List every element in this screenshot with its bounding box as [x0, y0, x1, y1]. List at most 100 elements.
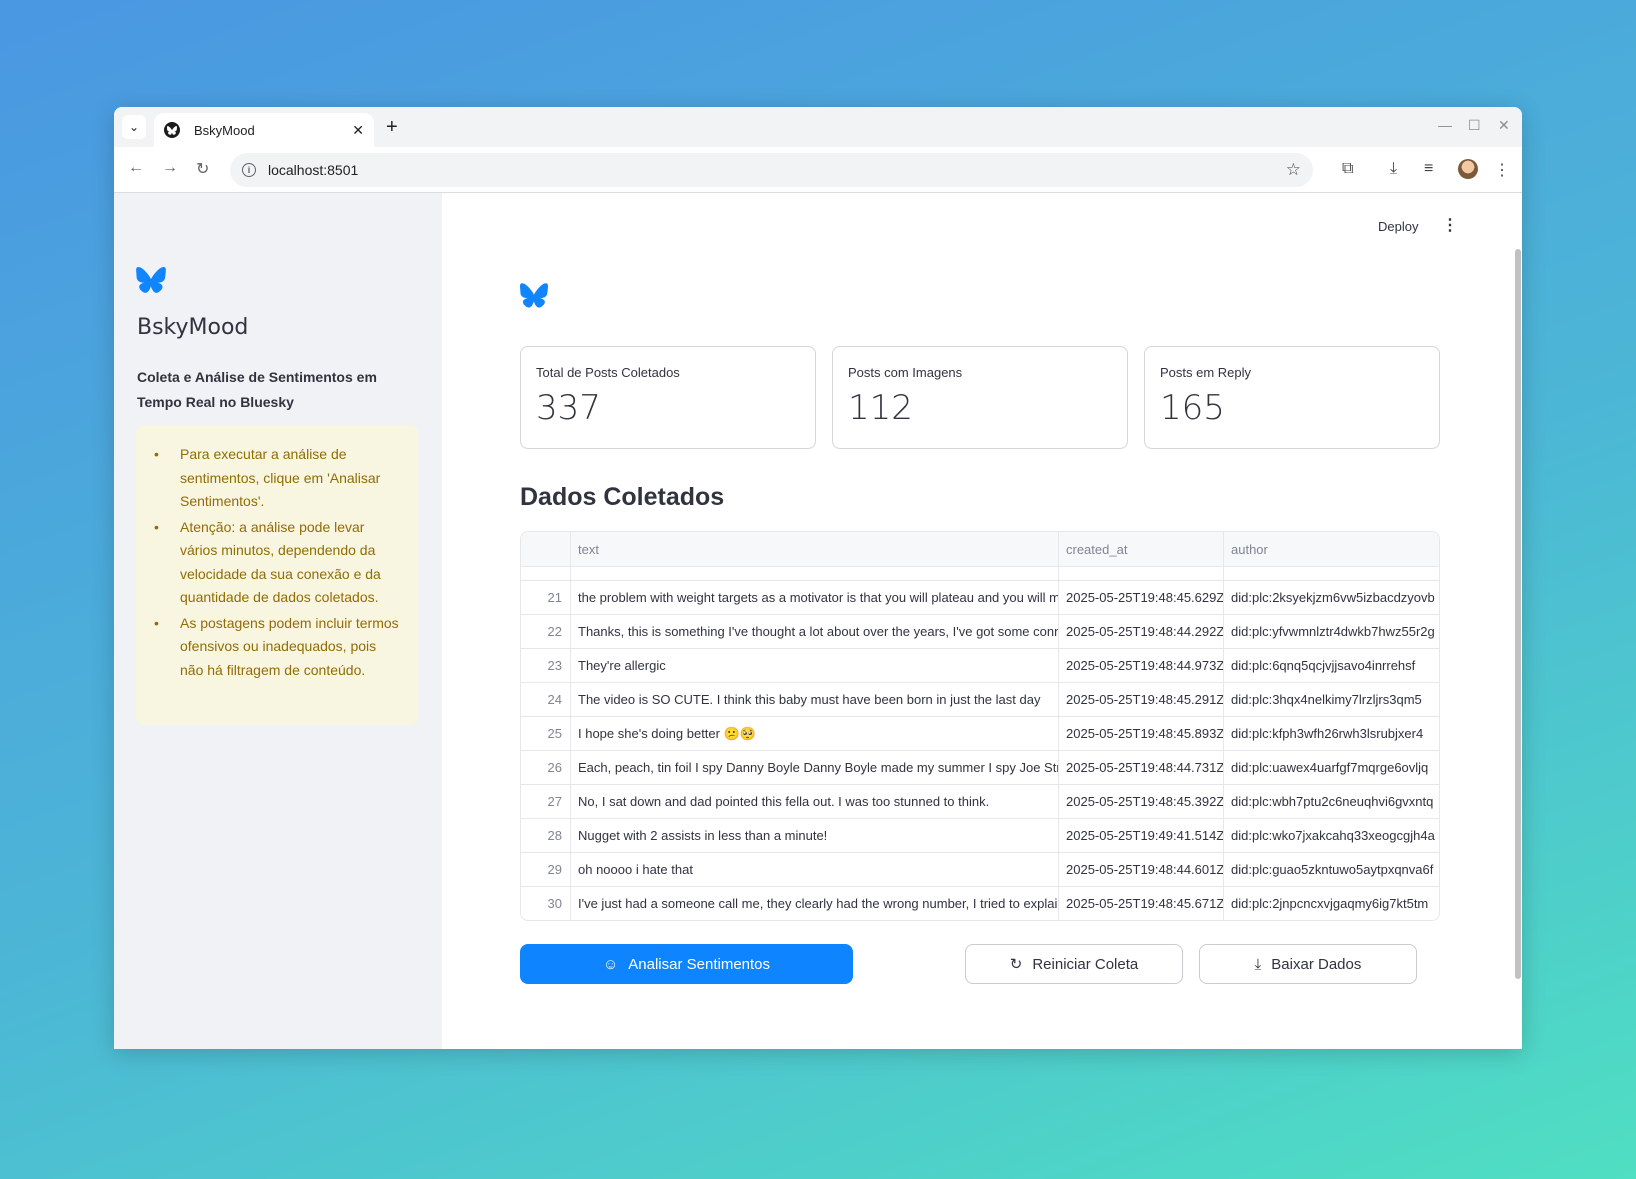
cell-index — [521, 567, 571, 580]
metric-posts-reply: Posts em Reply 165 — [1144, 346, 1440, 449]
cell-author[interactable]: did:plc:guao5zkntuwo5aytpxqnva6f — [1224, 853, 1439, 887]
cell-text[interactable]: Nugget with 2 assists in less than a min… — [571, 819, 1059, 853]
table-header: text created_at author — [521, 532, 1439, 567]
minimize-icon[interactable]: — — [1438, 117, 1452, 133]
cell-author[interactable]: did:plc:uawex4uarfgf7mqrge6ovljq — [1224, 751, 1439, 785]
cell-text[interactable]: I've just had a someone call me, they cl… — [571, 887, 1059, 920]
close-tab-icon[interactable]: ✕ — [352, 122, 364, 139]
cell-text[interactable]: the problem with weight targets as a mot… — [571, 581, 1059, 615]
table-row[interactable]: 26 Each, peach, tin foil I spy Danny Boyl… — [521, 751, 1439, 785]
table-row[interactable]: 22 Thanks, this is something I've thought… — [521, 615, 1439, 649]
cell-text[interactable]: They're allergic — [571, 649, 1059, 683]
cell-created-at[interactable]: 2025-05-25T19:48:45.893Z — [1059, 717, 1224, 751]
bookmark-star-icon[interactable]: ☆ — [1286, 160, 1301, 180]
cell-author[interactable]: did:plc:3hqx4nelkimy7lrzljrs3qm5 — [1224, 683, 1439, 717]
cell-author[interactable]: did:plc:yfvwmnlztr4dwkb7hwz55r2g — [1224, 615, 1439, 649]
download-label: Baixar Dados — [1271, 955, 1362, 973]
cell-created-at[interactable]: 2025-05-25T19:48:44.973Z — [1059, 649, 1224, 683]
metric-label: Posts com Imagens — [848, 365, 963, 380]
metric-value: 112 — [848, 388, 913, 428]
cell-text[interactable]: I hope she's doing better 😕🥺 — [571, 717, 1059, 751]
download-icon[interactable]: ⤓ — [1390, 160, 1397, 178]
browser-toolbar: ← → ↻ i localhost:8501 ☆ ⧉ ⤓ ≡ ⋮ — [114, 147, 1522, 193]
cell-index[interactable]: 23 — [521, 649, 571, 683]
cell-author[interactable]: did:plc:6qnq5qcjvjjsavo4inrrehsf — [1224, 649, 1439, 683]
tab-bskymood[interactable]: BskyMood ✕ — [154, 113, 374, 147]
cell-created-at[interactable]: 2025-05-25T19:48:45.629Z — [1059, 581, 1224, 615]
restart-label: Reiniciar Coleta — [1032, 955, 1139, 973]
table-row[interactable]: 30 I've just had a someone call me, they … — [521, 887, 1439, 920]
page-scrollbar[interactable] — [1515, 249, 1521, 979]
column-header-index[interactable] — [521, 532, 571, 567]
table-row[interactable]: 21 the problem with weight targets as a m… — [521, 581, 1439, 615]
cell-text[interactable]: Each, peach, tin foil I spy Danny Boyle … — [571, 751, 1059, 785]
cell-created-at[interactable]: 2025-05-25T19:48:44.292Z — [1059, 615, 1224, 649]
cell-index[interactable]: 29 — [521, 853, 571, 887]
column-header-created-at[interactable]: created_at — [1059, 532, 1224, 567]
download-icon: ⤓ — [1254, 955, 1262, 973]
table-row[interactable]: 25 I hope she's doing better 😕🥺 2025-05-25… — [521, 717, 1439, 751]
close-window-icon[interactable]: ✕ — [1498, 117, 1510, 134]
cell-author[interactable]: did:plc:wbh7ptu2c6neuqhvi6gvxntq — [1224, 785, 1439, 819]
column-header-text[interactable]: text — [571, 532, 1059, 567]
cell-index[interactable]: 28 — [521, 819, 571, 853]
table-row[interactable]: 27 No, I sat down and dad pointed this fe… — [521, 785, 1439, 819]
table-row[interactable]: 24 The video is SO CUTE. I think this bab… — [521, 683, 1439, 717]
cell-text[interactable]: No, I sat down and dad pointed this fell… — [571, 785, 1059, 819]
restart-collection-button[interactable]: ↻ Reiniciar Coleta — [965, 944, 1183, 984]
url-text[interactable]: localhost:8501 — [268, 162, 1286, 178]
alert-item: Para executar a análise de sentimentos, … — [154, 443, 402, 514]
cell-author[interactable]: did:plc:2ksyekjzm6vw5izbacdzyovb — [1224, 581, 1439, 615]
download-data-button[interactable]: ⤓ Baixar Dados — [1199, 944, 1417, 984]
table-row[interactable]: 23 They're allergic 2025-05-25T19:48:44.97… — [521, 649, 1439, 683]
cell-index[interactable]: 21 — [521, 581, 571, 615]
metric-value: 337 — [536, 388, 601, 428]
table-row[interactable]: 29 oh noooo i hate that 2025-05-25T19:48:4… — [521, 853, 1439, 887]
forward-icon[interactable]: → — [162, 159, 178, 177]
cell-created-at[interactable]: 2025-05-25T19:48:44.601Z — [1059, 853, 1224, 887]
site-info-icon[interactable]: i — [242, 163, 256, 177]
new-tab-button[interactable]: + — [386, 115, 398, 139]
cell-index[interactable]: 22 — [521, 615, 571, 649]
cell-index[interactable]: 30 — [521, 887, 571, 920]
maximize-icon[interactable]: ☐ — [1468, 117, 1481, 134]
table-row[interactable]: 28 Nugget with 2 assists in less than a m… — [521, 819, 1439, 853]
address-bar[interactable]: i localhost:8501 ☆ — [230, 153, 1313, 187]
cell-created-at[interactable]: 2025-05-25T19:48:45.392Z — [1059, 785, 1224, 819]
reload-icon[interactable]: ↻ — [196, 159, 209, 179]
metric-label: Total de Posts Coletados — [536, 365, 680, 380]
back-icon[interactable]: ← — [128, 159, 144, 177]
cell-created-at[interactable]: 2025-05-25T19:48:45.291Z — [1059, 683, 1224, 717]
cell-text[interactable]: Thanks, this is something I've thought a… — [571, 615, 1059, 649]
cell-created-at[interactable]: 2025-05-25T19:48:44.731Z — [1059, 751, 1224, 785]
refresh-icon: ↻ — [1009, 956, 1023, 973]
cell-author[interactable]: did:plc:kfph3wfh26rwh3lsrubjxer4 — [1224, 717, 1439, 751]
cell-index[interactable]: 27 — [521, 785, 571, 819]
cell-created-at[interactable]: 2025-05-25T19:49:41.514Z — [1059, 819, 1224, 853]
extensions-icon[interactable]: ⧉ — [1342, 160, 1353, 178]
profile-avatar[interactable] — [1458, 159, 1478, 179]
media-control-icon[interactable]: ≡ — [1424, 160, 1433, 178]
browser-menu-icon[interactable]: ⋮ — [1494, 160, 1510, 180]
browser-window: ⌄ BskyMood ✕ + — ☐ ✕ ← → ↻ i localhost:8… — [114, 107, 1522, 1049]
cell-author[interactable]: did:plc:wko7jxakcahq33xeogcgjh4a — [1224, 819, 1439, 853]
metric-label: Posts em Reply — [1160, 365, 1252, 380]
cell-index[interactable]: 24 — [521, 683, 571, 717]
metric-total-posts: Total de Posts Coletados 337 — [520, 346, 816, 449]
column-header-author[interactable]: author — [1224, 532, 1439, 567]
cell-index[interactable]: 25 — [521, 717, 571, 751]
analyze-sentiments-button[interactable]: ☺ Analisar Sentimentos — [520, 944, 853, 984]
cell-author[interactable]: did:plc:2jnpcncxvjgaqmy6ig7kt5tm — [1224, 887, 1439, 920]
cell-text[interactable]: The video is SO CUTE. I think this baby … — [571, 683, 1059, 717]
alert-item: As postagens podem incluir termos ofensi… — [154, 612, 402, 683]
chevron-down-icon[interactable]: ⌄ — [122, 115, 146, 139]
deploy-button[interactable]: Deploy — [1378, 219, 1418, 234]
cell-created-at[interactable]: 2025-05-25T19:48:45.671Z — [1059, 887, 1224, 920]
app-subtitle: Coleta e Análise de Sentimentos em Tempo… — [137, 369, 377, 410]
table-body: 21 the problem with weight targets as a m… — [521, 567, 1439, 920]
cell-text[interactable]: oh noooo i hate that — [571, 853, 1059, 887]
cell-index[interactable]: 26 — [521, 751, 571, 785]
main-menu-icon[interactable]: ⋮ — [1442, 215, 1458, 235]
data-table[interactable]: text created_at author 21 the problem wit… — [520, 531, 1440, 921]
main-content: Deploy ⋮ Total de Posts Coletados 337 Po… — [442, 193, 1522, 1049]
